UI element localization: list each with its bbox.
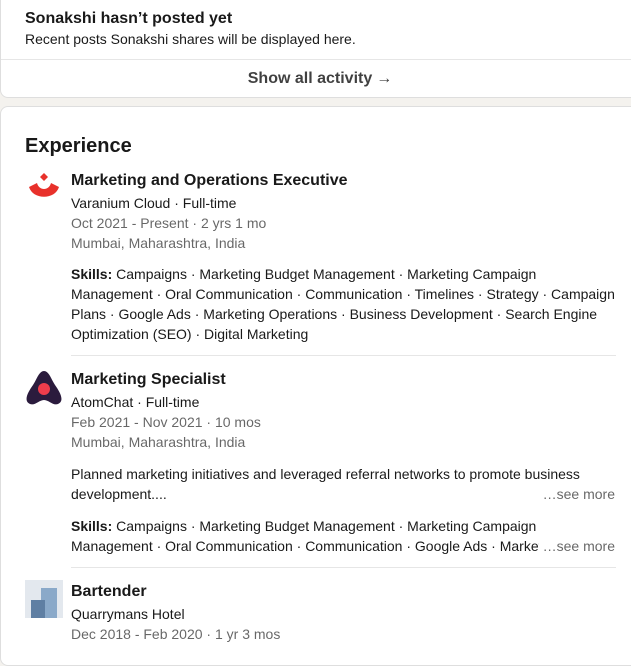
skills-text: Campaigns · Marketing Budget Management …	[116, 518, 537, 534]
varanium-cloud-logo-icon[interactable]	[25, 173, 63, 211]
experience-role[interactable]: Bartender	[71, 582, 147, 602]
experience-dates: Feb 2021 - Nov 2021 · 10 mos	[71, 414, 261, 430]
skills-text: Optimization (SEO) · Digital Marketing	[71, 326, 309, 342]
experience-dates: Dec 2018 - Feb 2020 · 1 yr 3 mos	[71, 626, 281, 642]
show-all-activity-label: Show all activity	[247, 70, 373, 87]
experience-section-title: Experience	[25, 135, 132, 157]
divider	[71, 355, 616, 356]
show-all-activity-button[interactable]: Show all activity →	[1, 59, 631, 99]
no-posts-subtitle: Recent posts Sonakshi shares will be dis…	[25, 31, 356, 47]
skills-text: Management · Oral Communication · Commun…	[71, 538, 545, 554]
experience-card: Experience Marketing and Operations Exec…	[0, 106, 631, 666]
arrow-right-icon: →	[376, 70, 393, 87]
description-text: development....	[71, 486, 167, 502]
skills-label: Skills:	[71, 266, 113, 282]
description-text: Planned marketing initiatives and levera…	[71, 466, 580, 482]
experience-company: Varanium Cloud · Full-time	[71, 195, 237, 211]
experience-role[interactable]: Marketing and Operations Executive	[71, 171, 348, 191]
experience-skills: Skills: Campaigns · Marketing Budget Man…	[71, 516, 619, 536]
skills-label: Skills:	[71, 518, 113, 534]
experience-role[interactable]: Marketing Specialist	[71, 370, 226, 390]
divider	[71, 567, 616, 568]
activity-card: Sonakshi hasn’t posted yet Recent posts …	[0, 0, 631, 98]
no-posts-title: Sonakshi hasn’t posted yet	[25, 10, 233, 27]
experience-company: Quarrymans Hotel	[71, 606, 185, 622]
experience-dates: Oct 2021 - Present · 2 yrs 1 mo	[71, 215, 267, 231]
experience-company: AtomChat · Full-time	[71, 394, 200, 410]
quarrymans-hotel-logo-icon[interactable]	[25, 580, 63, 618]
skills-text: Management · Oral Communication · Commun…	[71, 286, 615, 302]
skills-text: Campaigns · Marketing Budget Management …	[116, 266, 537, 282]
experience-location: Mumbai, Maharashtra, India	[71, 235, 246, 251]
experience-location: Mumbai, Maharashtra, India	[71, 434, 246, 450]
skills-text: Plans · Google Ads · Marketing Operation…	[71, 306, 598, 322]
experience-skills: Skills: Campaigns · Marketing Budget Man…	[71, 264, 619, 344]
atomchat-logo-icon[interactable]	[25, 369, 63, 407]
skills-see-more-button[interactable]: …see more	[538, 536, 615, 556]
description-see-more-button[interactable]: …see more	[538, 484, 615, 504]
experience-description: Planned marketing initiatives and levera…	[71, 464, 619, 504]
